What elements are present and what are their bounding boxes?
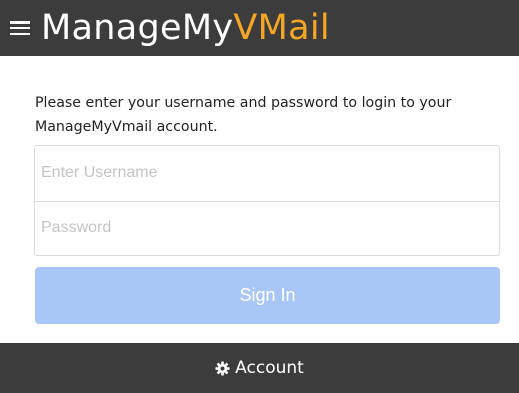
hamburger-menu-icon[interactable] — [10, 18, 34, 38]
login-form — [34, 145, 500, 256]
account-label: Account — [235, 358, 304, 378]
account-button[interactable]: Account — [0, 343, 519, 393]
password-input[interactable] — [35, 200, 499, 255]
username-input[interactable] — [35, 146, 499, 201]
brand-main-text: ManageMy — [41, 8, 234, 48]
sign-in-button[interactable]: Sign In — [35, 267, 500, 324]
login-instructions: Please enter your username and password … — [35, 95, 452, 135]
brand-accent-text: VMail — [233, 8, 330, 48]
app-header: ManageMyVMail — [0, 0, 519, 56]
brand-logo: ManageMyVMail — [41, 0, 330, 56]
gear-icon — [215, 360, 230, 376]
